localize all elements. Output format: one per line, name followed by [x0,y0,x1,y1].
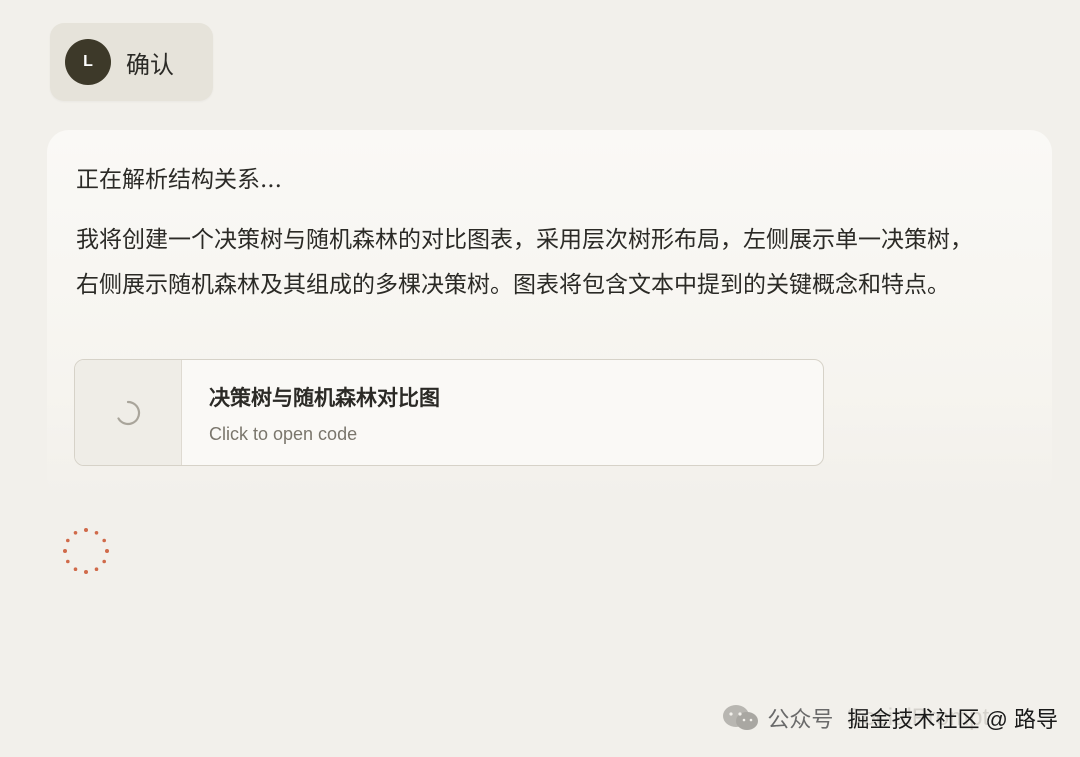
loading-spinner-icon [117,400,141,425]
generating-spinner-icon [63,528,109,574]
user-message-text: 确认 [126,50,174,79]
user-avatar: L [65,39,111,85]
artifact-card[interactable]: 决策树与随机森林对比图 Click to open code [74,359,824,466]
assistant-reply: 正在解析结构关系... 我将创建一个决策树与随机森林的对比图表，采用层次树形布局… [47,130,1052,500]
thinking-status: 正在解析结构关系... [76,167,282,193]
artifact-info: 决策树与随机森林对比图 Click to open code [182,360,440,465]
wechat-icon [723,705,759,730]
artifact-title: 决策树与随机森林对比图 [209,386,440,410]
artifact-thumbnail [75,360,182,465]
watermark-site: 掘金技术社区 @ 路导 [847,707,1058,732]
artifact-subtitle: Click to open code [209,424,358,444]
watermark: 公众号 SocialPrompt 掘金技术社区 @ 路导 [721,702,1058,734]
user-message: L 确认 [50,23,213,101]
reply-paragraph: 我将创建一个决策树与随机森林的对比图表，采用层次树形布局，左侧展示单一决策树，右… [76,227,973,298]
watermark-account: 公众号 [767,707,834,732]
